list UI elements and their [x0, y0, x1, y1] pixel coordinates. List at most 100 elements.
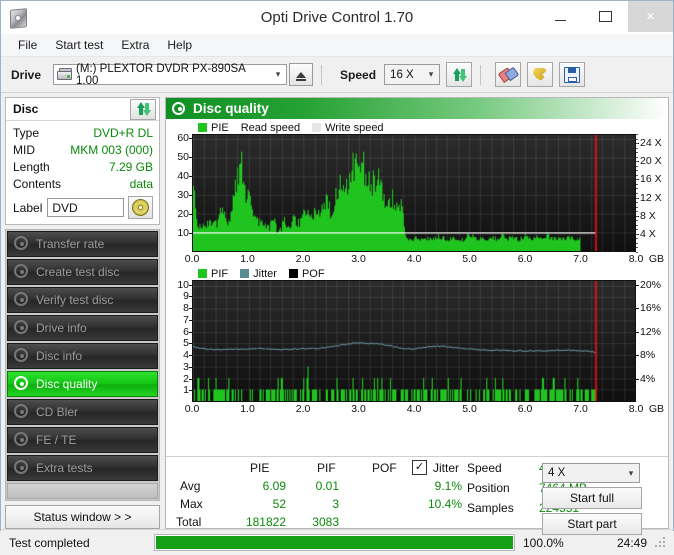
pif-plot[interactable] — [192, 280, 636, 402]
test-speed-select[interactable]: 4 X ▾ — [542, 463, 640, 483]
charts-area: PIE Read speed Write speed 102030405 — [166, 119, 668, 417]
axis-tick-label: 8.0 — [628, 403, 644, 415]
axis-tick-label: 2.0 — [295, 253, 311, 265]
sidebar-label: FE / TE — [36, 433, 77, 447]
sidebar-item-disc-quality[interactable]: Disc quality — [7, 371, 158, 397]
disc-quality-card: Disc quality PIE Read speed Write speed … — [165, 97, 669, 535]
app-disc-icon — [8, 7, 28, 29]
speed-select[interactable]: 16 X ▾ — [384, 64, 441, 85]
disc-icon — [13, 404, 30, 420]
speed-readout-label: Speed — [467, 461, 502, 475]
stats-avg-jitter: 9.1% — [434, 479, 462, 493]
axis-tick-label: 40 — [177, 169, 189, 182]
sidebar-item-fe-te[interactable]: FE / TE — [7, 427, 158, 453]
legend-label: Jitter — [253, 267, 277, 280]
disc-type-value: DVD+R DL — [93, 126, 153, 140]
legend-jitter: Jitter — [240, 268, 277, 280]
erase-button[interactable] — [495, 62, 522, 87]
chevron-down-icon: ▾ — [275, 69, 281, 79]
disc-quality-title: Disc quality — [193, 101, 269, 116]
minimize-button[interactable] — [538, 1, 583, 32]
pie-plot[interactable] — [192, 134, 636, 252]
eject-button[interactable] — [289, 63, 314, 86]
position-readout-label: Position — [467, 481, 510, 495]
legend-pif: PIF — [198, 268, 228, 280]
menu-extra[interactable]: Extra — [112, 36, 158, 54]
axis-minor-tick — [636, 215, 638, 217]
axis-minor-tick — [636, 188, 638, 190]
stats-grid: PIE PIF POF ✓ Jitter Avg 6.09 0.01 9.1% … — [172, 460, 467, 529]
disc-row-type: Type DVD+R DL — [13, 125, 153, 142]
disc-label-row: Label DVD — [13, 196, 153, 219]
chevron-down-icon: ▾ — [428, 69, 434, 79]
sidebar-item-create-test-disc[interactable]: Create test disc — [7, 259, 158, 285]
close-button[interactable]: × — [628, 1, 673, 32]
sidebar-item-extra-tests[interactable]: Extra tests — [7, 455, 158, 481]
axis-tick-label: 3.0 — [351, 253, 366, 265]
stats-max-jitter: 10.4% — [427, 497, 462, 511]
main-body: Disc Type DVD+R DL MID MKM 003 (000) Len… — [1, 93, 673, 535]
legend-label: Write speed — [325, 121, 384, 134]
menu-file[interactable]: File — [9, 36, 46, 54]
axis-tick-label: 6.0 — [517, 253, 533, 265]
refresh-icon — [136, 102, 151, 116]
stats-col-pof: POF — [372, 461, 397, 475]
axis-tick-label: 1.0 — [240, 403, 255, 415]
axis-tick-label: 0.0 — [184, 253, 200, 265]
stats-readouts: Speed 4.05 X Position 7464 MB Samples 22… — [467, 461, 647, 535]
pif-chart-legend: PIF Jitter POF — [168, 267, 666, 280]
sidebar-item-drive-info[interactable]: Drive info — [7, 315, 158, 341]
start-full-button[interactable]: Start full — [542, 487, 642, 509]
sidebar-item-cd-bler[interactable]: CD Bler — [7, 399, 158, 425]
key-icon — [532, 67, 548, 82]
pie-chart-legend: PIE Read speed Write speed — [168, 121, 666, 134]
start-part-button[interactable]: Start part — [542, 513, 642, 535]
drive-select[interactable]: (M:) PLEXTOR DVDR PX-890SA 1.00 ▾ — [53, 63, 288, 87]
axis-tick-label: 3.0 — [351, 403, 366, 415]
save-button[interactable] — [559, 62, 586, 87]
legend-pie: PIE — [198, 122, 229, 134]
disc-mid-key: MID — [13, 143, 35, 157]
pif-y-axis-right: 4% 8% 12% 16% 20% — [636, 279, 666, 402]
sidebar-label: Drive info — [36, 321, 87, 335]
axis-minor-tick — [636, 238, 638, 240]
axis-tick-label: 20 X — [640, 155, 662, 168]
sidebar-label: Disc quality — [36, 377, 98, 391]
axis-unit-label: GB — [648, 253, 664, 265]
axis-tick-label: 5.0 — [462, 253, 477, 265]
axis-tick — [636, 378, 639, 380]
disc-icon — [13, 264, 30, 280]
disc-label-apply-button[interactable] — [128, 196, 153, 219]
progress-percent: 100.0% — [523, 535, 564, 550]
right-panel: Disc quality PIE Read speed Write speed … — [165, 97, 669, 535]
status-window-button[interactable]: Status window > > — [5, 505, 160, 529]
stats-total-pif: 3083 — [312, 515, 339, 529]
axis-tick-label: 5.0 — [462, 403, 477, 415]
axis-tick-label: 10 — [177, 226, 189, 239]
toolbar-divider-2 — [480, 64, 482, 85]
progress-fill — [156, 536, 513, 549]
sidebar-item-verify-test-disc[interactable]: Verify test disc — [7, 287, 158, 313]
menu-start-test[interactable]: Start test — [46, 36, 112, 54]
legend-label: PIE — [211, 121, 229, 134]
axis-tick-label: 12 X — [640, 191, 662, 204]
drive-icon — [57, 68, 73, 81]
axis-tick-label: 6.0 — [517, 403, 533, 415]
disc-refresh-button[interactable] — [130, 98, 156, 120]
axis-tick-label: 30 — [177, 188, 189, 201]
disc-label-input[interactable]: DVD — [47, 198, 125, 217]
pif-chart-block: PIF Jitter POF 1234 5 6 7 8 9 10 4% 8% 1… — [168, 267, 666, 417]
legend-label: POF — [301, 267, 325, 280]
menu-help[interactable]: Help — [158, 36, 201, 54]
axis-minor-tick — [636, 156, 638, 158]
settings-button[interactable] — [527, 62, 554, 87]
status-text: Test completed — [9, 535, 90, 550]
stats-max-pie: 52 — [272, 497, 286, 511]
resize-grip[interactable] — [655, 536, 669, 549]
sidebar-item-disc-info[interactable]: Disc info — [7, 343, 158, 369]
sidebar-item-transfer-rate[interactable]: Transfer rate — [7, 231, 158, 257]
refresh-speed-button[interactable] — [446, 62, 473, 87]
axis-tick-label: 8 X — [640, 209, 656, 222]
maximize-button[interactable] — [583, 1, 628, 32]
jitter-checkbox[interactable]: ✓ — [412, 460, 427, 475]
